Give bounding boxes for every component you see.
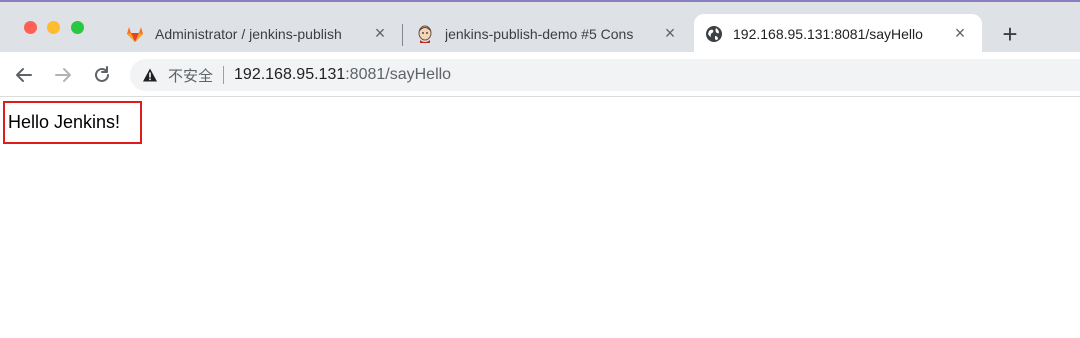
forward-arrow-icon[interactable] — [52, 64, 74, 86]
tab-close-icon[interactable]: × — [372, 24, 388, 42]
new-tab-button[interactable]: + — [996, 21, 1024, 49]
tab-title: Administrator / jenkins-publish — [155, 26, 342, 42]
jenkins-icon — [418, 25, 432, 43]
window-zoom-button[interactable] — [71, 21, 84, 34]
address-bar[interactable]: 不安全 192.168.95.131:8081/sayHello — [130, 59, 1080, 91]
tab-jenkins-console[interactable]: jenkins-publish-demo #5 Cons × — [404, 14, 692, 54]
window-close-button[interactable] — [24, 21, 37, 34]
browser-toolbar: 不安全 192.168.95.131:8081/sayHello — [0, 52, 1080, 97]
globe-icon — [706, 26, 722, 42]
tab-title: jenkins-publish-demo #5 Cons — [445, 26, 634, 42]
gitlab-icon — [127, 27, 143, 42]
tab-close-icon[interactable]: × — [662, 24, 678, 42]
tab-gitlab[interactable]: Administrator / jenkins-publish × — [112, 14, 402, 54]
page-content: Hello Jenkins! — [0, 97, 1080, 338]
url-text[interactable]: 192.168.95.131:8081/sayHello — [234, 66, 451, 84]
tab-close-icon[interactable]: × — [952, 24, 968, 42]
warning-icon[interactable] — [142, 67, 158, 83]
url-host: 192.168.95.131 — [234, 66, 346, 83]
tab-sayhello-active[interactable]: 192.168.95.131:8081/sayHello × — [694, 14, 982, 54]
tab-divider — [402, 24, 403, 46]
address-divider — [223, 66, 225, 84]
not-secure-label[interactable]: 不安全 — [168, 65, 213, 86]
hello-message: Hello Jenkins! — [3, 101, 142, 144]
reload-icon[interactable] — [91, 64, 113, 86]
back-arrow-icon[interactable] — [13, 64, 35, 86]
window-minimize-button[interactable] — [47, 21, 60, 34]
url-path: :8081/sayHello — [345, 66, 452, 83]
tab-strip: Administrator / jenkins-publish × jenkin… — [0, 0, 1080, 54]
tab-title: 192.168.95.131:8081/sayHello — [733, 26, 923, 42]
